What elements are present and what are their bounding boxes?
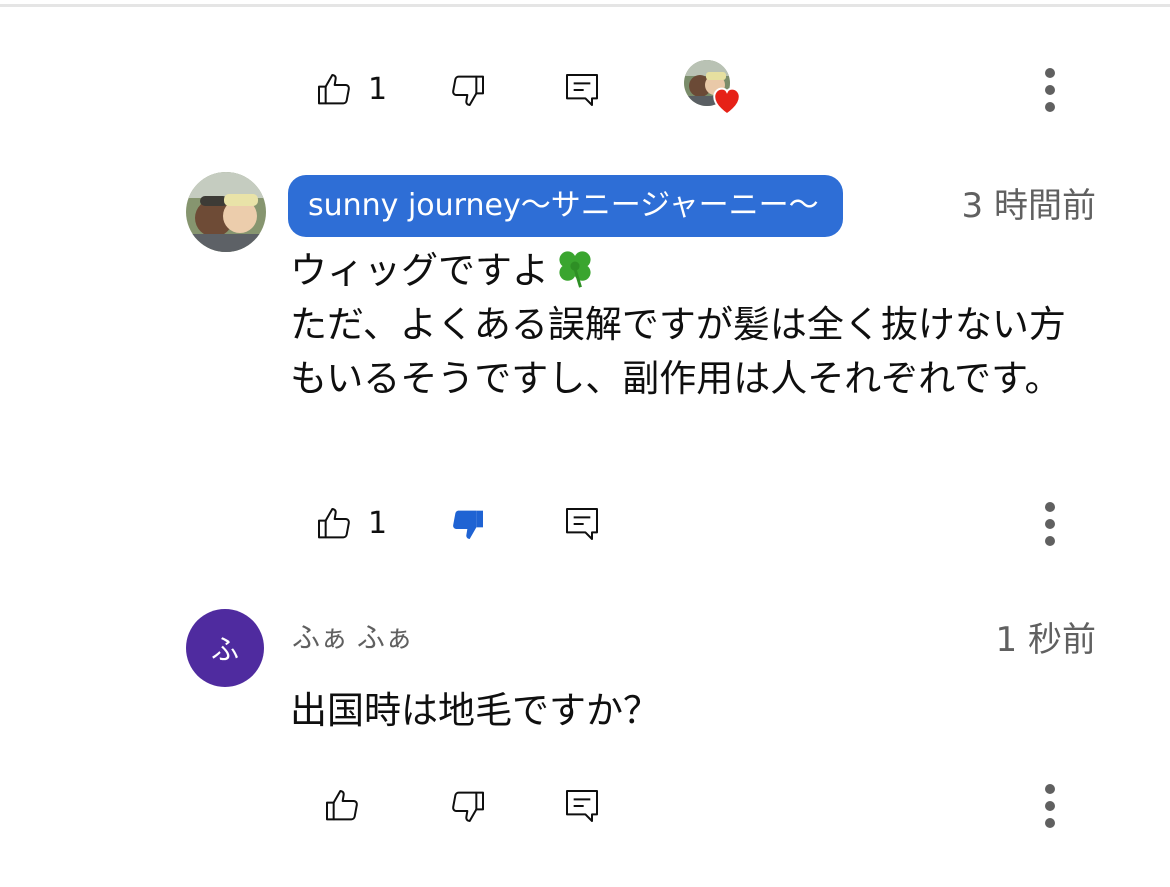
thumbs-up-outline-icon: [326, 790, 358, 821]
reply-comment-icon: [566, 790, 598, 822]
avatar[interactable]: ふ: [186, 609, 264, 687]
comment-action-bar: 1: [0, 58, 1170, 122]
thumbs-down-filled-icon: [453, 510, 483, 539]
thumbs-down-outline-icon: [452, 75, 484, 106]
author-name-chip[interactable]: sunny journey～サニージャーニー～: [288, 175, 843, 237]
four-leaf-clover-icon: [559, 251, 591, 288]
top-divider: [0, 4, 1170, 7]
comment-timestamp[interactable]: 3 時間前: [962, 184, 1096, 228]
reply-button[interactable]: [550, 58, 614, 122]
comment-text-rest: ただ、よくある誤解ですが髪は全く抜けない方もいるそうですし、副作用は人それぞれで…: [290, 303, 1066, 400]
more-vertical-icon: [1045, 784, 1055, 828]
reply-comment-icon: [566, 508, 598, 540]
comment-body: 出国時は地毛ですか？: [290, 689, 660, 732]
more-vertical-icon: [1045, 68, 1055, 112]
comment-action-bar: 1: [0, 492, 1170, 556]
like-button[interactable]: [310, 774, 374, 838]
more-vertical-icon: [1045, 502, 1055, 546]
like-count: 1: [368, 506, 388, 541]
thumbs-down-outline-icon: [452, 791, 484, 822]
like-count: 1: [368, 72, 388, 107]
like-button[interactable]: [302, 58, 366, 122]
like-button[interactable]: [302, 492, 366, 556]
dislike-button-active[interactable]: [436, 492, 500, 556]
creator-heart-icon: [713, 87, 741, 116]
author-name[interactable]: ふぁ ふぁ: [292, 618, 413, 658]
dislike-button[interactable]: [436, 774, 500, 838]
creator-heart: [682, 56, 746, 120]
thumbs-up-outline-icon: [318, 508, 350, 539]
dislike-button[interactable]: [436, 58, 500, 122]
comment-timestamp[interactable]: 1 秒前: [996, 618, 1096, 662]
avatar[interactable]: [186, 172, 266, 252]
reply-button[interactable]: [550, 492, 614, 556]
comment-body: ウィッグですよ ただ、よくある誤解ですが髪は全く抜けない方もいるそうですし、副作…: [290, 244, 1090, 406]
more-options-button[interactable]: [1018, 492, 1082, 556]
more-options-button[interactable]: [1018, 58, 1082, 122]
comment-text-line: ウィッグですよ: [290, 249, 549, 292]
reply-button[interactable]: [550, 774, 614, 838]
thumbs-up-outline-icon: [318, 74, 350, 105]
comment-action-bar: [0, 774, 1170, 838]
reply-comment-icon: [566, 74, 598, 106]
more-options-button[interactable]: [1018, 774, 1082, 838]
